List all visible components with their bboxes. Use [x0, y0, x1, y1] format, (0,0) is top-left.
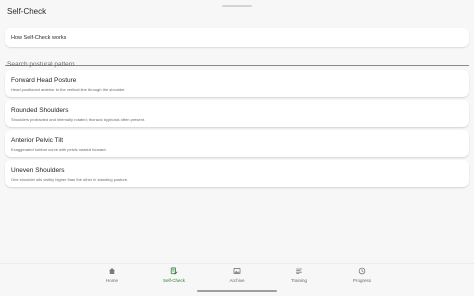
- pattern-title: Forward Head Posture: [11, 77, 77, 84]
- pattern-description: Exaggerated lumbar curve with pelvis rot…: [11, 147, 107, 152]
- pattern-card-uneven-shoulders[interactable]: Uneven Shoulders One shoulder sits visib…: [5, 160, 469, 187]
- progress-icon: [358, 267, 366, 275]
- search-field[interactable]: [5, 53, 469, 71]
- nav-label-home: Home: [105, 278, 118, 283]
- pattern-card-rounded-shoulders[interactable]: Rounded Shoulders Shoulders protracted a…: [5, 100, 469, 127]
- how-it-works-card[interactable]: How Self-Check works: [5, 28, 469, 47]
- nav-item-home[interactable]: Home: [87, 267, 137, 289]
- nav-label-self-check: Self-Check: [162, 278, 185, 283]
- page-title: Self-Check: [7, 7, 47, 16]
- pattern-card-forward-head[interactable]: Forward Head Posture Head positioned ant…: [5, 70, 469, 97]
- pattern-title: Uneven Shoulders: [11, 167, 65, 174]
- pattern-title: Rounded Shoulders: [11, 107, 69, 114]
- nav-item-progress[interactable]: Progress: [337, 267, 387, 289]
- training-icon: [296, 268, 302, 275]
- nav-item-self-check[interactable]: Self-Check: [149, 267, 199, 289]
- nav-label-archive: Archive: [229, 278, 245, 283]
- nav-label-training: Training: [290, 278, 308, 283]
- home-indicator[interactable]: [197, 290, 277, 292]
- home-icon: [108, 267, 116, 275]
- pattern-description: Head positioned anterior to the vertical…: [11, 87, 126, 92]
- top-drag-handle[interactable]: [222, 5, 252, 7]
- archive-icon: [233, 268, 241, 274]
- nav-item-training[interactable]: Training: [274, 267, 324, 289]
- pattern-card-anterior-pelvic-tilt[interactable]: Anterior Pelvic Tilt Exaggerated lumbar …: [5, 130, 469, 157]
- nav-item-archive[interactable]: Archive: [212, 267, 262, 289]
- nav-label-progress: Progress: [352, 278, 371, 283]
- self-check-icon: [170, 267, 178, 275]
- pattern-description: One shoulder sits visibly higher than th…: [11, 177, 129, 182]
- search-input[interactable]: [5, 58, 469, 71]
- pattern-title: Anterior Pelvic Tilt: [11, 137, 64, 144]
- how-it-works-label: How Self-Check works: [11, 34, 67, 41]
- pattern-description: Shoulders protracted and internally rota…: [11, 117, 146, 122]
- pattern-list: Forward Head Posture Head positioned ant…: [5, 70, 469, 190]
